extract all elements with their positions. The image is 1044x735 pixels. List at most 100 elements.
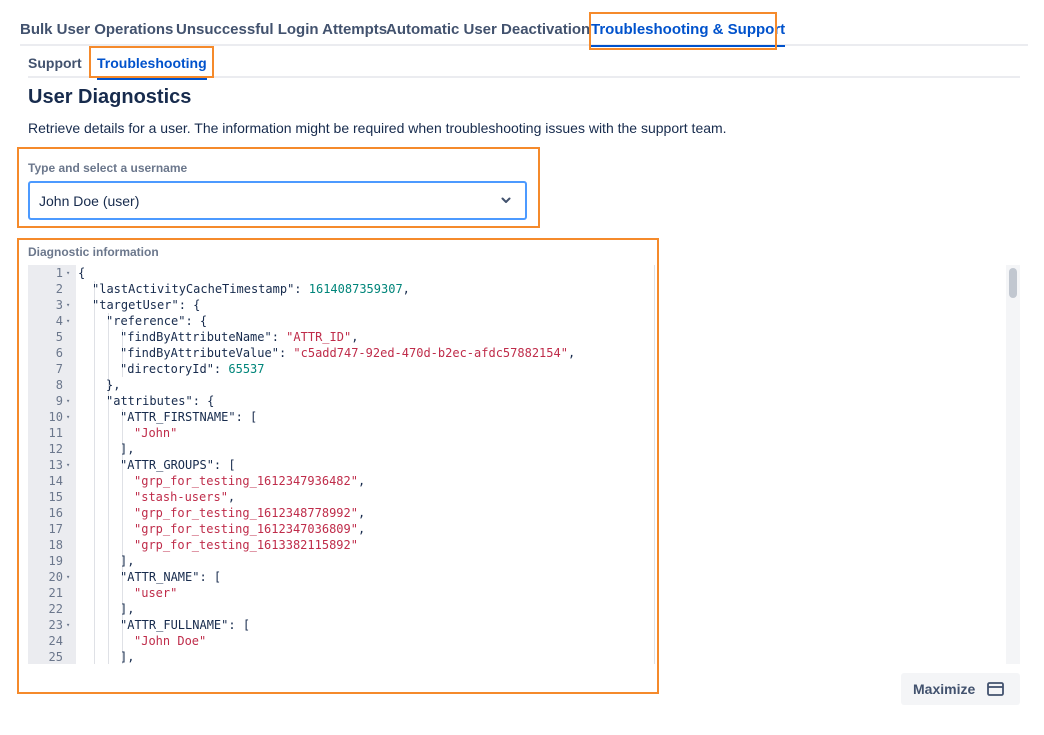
code-token: : { [185,314,208,328]
code-token: , [357,506,366,520]
code-token: "c5add747-92ed-470d-b2ec-afdc57882154" [293,346,568,360]
code-token: { [78,266,86,280]
code-scrollbar[interactable] [1006,265,1020,664]
line-number: 16 [48,506,63,520]
code-text: "lastActivityCacheTimestamp": 1614087359… [92,281,410,297]
line-number: 21 [48,586,63,600]
code-text: "John" [134,425,177,441]
fold-arrow-icon[interactable]: ▾ [66,617,70,633]
code-token: , [351,330,359,344]
code-text: "ATTR_FIRSTNAME": [ [120,409,257,425]
code-token: "grp_for_testing_1612348778992" [134,506,358,520]
code-line: 11 "John" [28,425,668,441]
code-line: 2 "lastActivityCacheTimestamp": 161408735… [28,281,668,297]
line-number: 18 [48,538,63,552]
sub-tab-bar: Support Troubleshooting [28,48,1020,80]
fold-arrow-icon[interactable]: ▾ [66,297,70,313]
line-number: 9 [55,394,63,408]
code-line: 4 ▾ "reference": { [28,313,668,329]
code-token: ], [120,442,135,456]
code-text: "attributes": { [106,393,214,409]
code-text: "findByAttributeName": "ATTR_ID", [120,329,358,345]
code-line: 15 "stash-users", [28,489,668,505]
line-number: 20 [48,570,63,584]
tab-troubleshooting-support[interactable]: Troubleshooting & Support [591,21,786,47]
code-token: : [ [228,618,251,632]
fold-arrow-icon[interactable]: ▾ [66,409,70,425]
code-token: : [ [235,410,258,424]
fold-arrow-icon[interactable]: ▾ [66,457,70,473]
code-text: "targetUser": { [92,297,200,313]
username-select[interactable]: John Doe (user) [28,181,527,220]
subtab-support[interactable]: Support [28,55,82,71]
line-number: 13 [48,458,63,472]
code-line: 18 "grp_for_testing_1613382115892" [28,537,668,553]
line-number: 14 [48,474,63,488]
code-token: , [357,474,366,488]
page-description: Retrieve details for a user. The informa… [28,120,727,136]
line-number: 2 [55,282,63,296]
code-token: : { [192,394,215,408]
fold-arrow-icon[interactable]: ▾ [66,569,70,585]
code-line: 3 ▾ "targetUser": { [28,297,668,313]
diagnostic-code-editor[interactable]: 1 ▾{2 "lastActivityCacheTimestamp": 161408… [28,265,1018,664]
code-token: "targetUser" [92,298,179,312]
code-text: "ATTR_GROUPS": [ [120,457,236,473]
code-line: 8}, [28,377,668,393]
code-text: "ATTR_FULLNAME": [ [120,617,250,633]
line-number: 24 [48,634,63,648]
line-number: 15 [48,490,63,504]
code-token: "grp_for_testing_1612347036809" [134,522,358,536]
tab-bulk-user-operations[interactable]: Bulk User Operations [20,21,173,38]
scrollbar-thumb[interactable] [1009,268,1017,298]
code-token: : { [178,298,201,312]
code-text: "grp_for_testing_1612347936482", [134,473,365,489]
code-text: }, [106,377,120,393]
code-text: "directoryId": 65537 [120,361,265,377]
line-number: 1 [55,266,63,280]
code-line: 6 "findByAttributeValue": "c5add747-92ed-… [28,345,668,361]
code-line: 21 "user" [28,585,668,601]
fold-arrow-icon[interactable]: ▾ [66,265,70,281]
code-text: ], [120,649,134,664]
code-token: "lastActivityCacheTimestamp" [92,282,295,296]
code-token: "directoryId" [120,362,214,376]
diagnostic-info-label: Diagnostic information [28,245,159,259]
code-text: "user" [134,585,177,601]
code-line: 12], [28,441,668,457]
code-line: 19], [28,553,668,569]
code-token: "ATTR_FULLNAME" [120,618,229,632]
tab-automatic-user-deactivation[interactable]: Automatic User Deactivation [386,21,590,38]
line-number: 7 [55,362,63,376]
code-line: 9 ▾ "attributes": { [28,393,668,409]
line-number: 3 [55,298,63,312]
code-line: 13 ▾ "ATTR_GROUPS": [ [28,457,668,473]
code-line: 23 ▾ "ATTR_FULLNAME": [ [28,617,668,633]
code-token: "John Doe" [134,634,207,648]
code-line: 1 ▾ { [28,265,668,281]
maximize-button[interactable]: Maximize [901,673,1020,705]
code-token: "ATTR_ID" [286,330,352,344]
fold-arrow-icon[interactable]: ▾ [66,313,70,329]
code-line: 25], [28,649,668,664]
fold-arrow-icon[interactable]: ▾ [66,393,70,409]
main-tab-bar: Bulk User Operations Unsuccessful Login … [20,14,1028,47]
code-token: , [402,282,410,296]
tab-unsuccessful-login-attempts[interactable]: Unsuccessful Login Attempts [176,21,387,38]
username-select-label: Type and select a username [28,161,188,175]
chevron-down-icon [501,197,511,203]
line-number: 11 [48,426,63,440]
line-number: 8 [55,378,63,392]
line-number: 23 [48,618,63,632]
code-text: "ATTR_NAME": [ [120,569,221,585]
code-token: ], [120,650,135,664]
subtab-troubleshooting[interactable]: Troubleshooting [97,55,207,80]
code-token: ], [120,602,135,616]
code-text: "reference": { [106,313,207,329]
maximize-label: Maximize [913,681,976,697]
code-token: "grp_for_testing_1612347936482" [134,474,358,488]
code-token: "findByAttributeValue" [120,346,279,360]
line-number: 4 [55,314,63,328]
code-token: }, [106,378,121,392]
code-token: "ATTR_NAME" [120,570,200,584]
